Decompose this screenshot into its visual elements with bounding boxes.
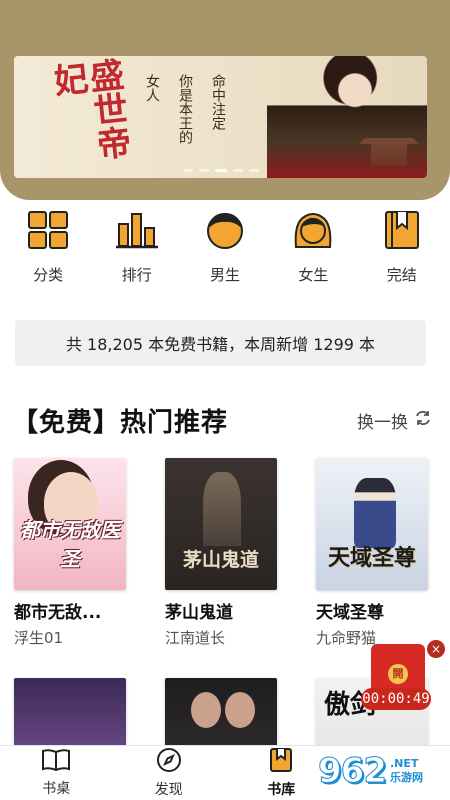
compass-icon <box>156 747 182 777</box>
book-open-icon <box>41 748 71 776</box>
cover-title: 茅山鬼道 <box>182 549 259 571</box>
book-card[interactable]: 茅山鬼道 茅山鬼道 江南道长 <box>165 458 285 648</box>
category-label: 女生 <box>298 266 329 284</box>
watermark-net: .NET <box>389 757 419 770</box>
refresh-button[interactable]: 换一换 <box>357 408 432 433</box>
book-title[interactable]: 天域圣尊 <box>316 598 436 623</box>
book-author: 江南道长 <box>165 629 226 647</box>
cover-illustration <box>191 692 221 728</box>
category-male[interactable]: 男生 <box>185 208 265 288</box>
banner-poem-line-2: 你是本王的 <box>177 74 193 144</box>
close-widget-button[interactable]: × <box>427 640 445 658</box>
section-header: 【免费】热门推荐 换一换 <box>12 398 432 442</box>
book-card[interactable]: 天域圣尊 天域圣尊 九命野猫 <box>316 458 436 648</box>
refresh-icon <box>414 409 432 432</box>
cover-illustration <box>203 472 241 546</box>
category-classify[interactable]: 分类 <box>8 208 88 288</box>
cover-illustration <box>225 692 255 728</box>
pagination-dot[interactable] <box>232 169 243 172</box>
category-label: 男生 <box>209 266 240 284</box>
tab-label: 发现 <box>154 782 183 798</box>
banner-poem-line-1: 命中注定 <box>210 74 226 130</box>
pagination-dot-active[interactable] <box>214 169 227 172</box>
cover-title: 都市无敌医圣 <box>20 518 120 571</box>
tab-label: 书库 <box>267 782 296 798</box>
boy-icon <box>203 208 247 252</box>
banner-pagination <box>14 169 427 172</box>
watermark-number: 962 <box>318 751 388 792</box>
tab-discover[interactable]: 发现 <box>113 746 226 800</box>
girl-icon <box>291 208 335 252</box>
countdown-timer: 00:00:49 <box>361 688 431 710</box>
category-label: 分类 <box>33 266 64 284</box>
book-title[interactable]: 都市无敌... <box>14 598 134 623</box>
pagination-dot[interactable] <box>182 169 193 172</box>
watermark-text: .NET 乐游网 <box>390 757 423 785</box>
book-title[interactable]: 茅山鬼道 <box>165 598 285 623</box>
bookmark-icon <box>269 747 293 777</box>
tab-label: 书桌 <box>42 781 71 797</box>
banner-poem-line-3: 女人 <box>144 74 160 102</box>
section-title: 【免费】热门推荐 <box>12 407 229 438</box>
bookmark-book-icon <box>380 208 424 252</box>
category-label: 排行 <box>121 266 152 284</box>
open-envelope-button[interactable]: 開 <box>388 664 408 684</box>
category-ranking[interactable]: 排行 <box>97 208 177 288</box>
book-cover[interactable]: 都市无敌医圣 <box>14 458 126 590</box>
cover-illustration <box>354 478 396 548</box>
pagination-dot[interactable] <box>198 169 209 172</box>
watermark-cn: 乐游网 <box>389 771 423 784</box>
category-nav: 分类 排行 男生 女生 完结 <box>0 208 450 288</box>
library-stats-notice: 共 18,205 本免费书籍，本周新增 1299 本 <box>15 320 426 366</box>
cover-title: 天域圣尊 <box>327 545 416 571</box>
category-label: 完结 <box>386 266 417 284</box>
refresh-label: 换一换 <box>357 412 408 433</box>
book-author: 浮生01 <box>14 629 64 647</box>
promo-banner[interactable]: 盛世帝妃 命中注定 你是本王的 女人 <box>14 56 427 178</box>
grid-icon <box>26 208 70 252</box>
book-cover[interactable]: 茅山鬼道 <box>165 458 277 590</box>
bar-chart-icon <box>115 208 159 252</box>
book-card[interactable]: 都市无敌医圣 都市无敌... 浮生01 <box>14 458 134 648</box>
red-envelope-widget[interactable]: 開 00:00:49 × <box>361 640 445 712</box>
category-completed[interactable]: 完结 <box>362 208 442 288</box>
pagination-dot[interactable] <box>248 169 259 172</box>
tab-bookshelf[interactable]: 书桌 <box>0 746 113 800</box>
banner-calligraphy-title: 盛世帝妃 <box>46 56 133 162</box>
category-female[interactable]: 女生 <box>273 208 353 288</box>
book-cover[interactable]: 天域圣尊 <box>316 458 428 590</box>
site-watermark-logo: 962 .NET 乐游网 <box>318 748 423 794</box>
